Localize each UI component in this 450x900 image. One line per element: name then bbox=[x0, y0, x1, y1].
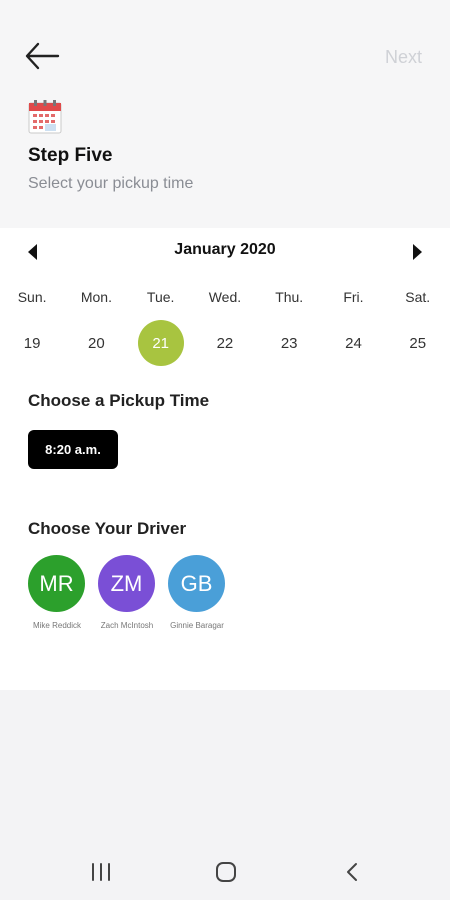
day-cell[interactable]: 25 bbox=[395, 320, 441, 366]
day-cell-selected[interactable]: 21 bbox=[137, 320, 184, 366]
weekday-row: Sun. Mon. Tue. Wed. Thu. Fri. Sat. bbox=[0, 289, 450, 305]
back-button[interactable] bbox=[22, 36, 70, 76]
driver-heading: Choose Your Driver bbox=[28, 519, 187, 538]
recent-apps-button[interactable] bbox=[86, 859, 116, 885]
driver-list: MR Mike Reddick ZM Zach McIntosh GB Ginn… bbox=[28, 555, 238, 631]
next-month-button[interactable] bbox=[404, 240, 428, 264]
weekday-label: Wed. bbox=[208, 289, 242, 305]
weekday-label: Thu. bbox=[275, 289, 304, 305]
scheduler-card: January 2020 Sun. Mon. Tue. Wed. Thu. Fr… bbox=[0, 228, 450, 690]
day-cell[interactable]: 22 bbox=[202, 320, 248, 366]
triangle-right-icon bbox=[413, 244, 422, 260]
home-button[interactable] bbox=[211, 859, 241, 885]
calendar-icon bbox=[28, 100, 62, 134]
day-row: 19 20 21 22 23 24 25 bbox=[0, 320, 450, 366]
driver-option[interactable]: ZM Zach McIntosh bbox=[98, 555, 156, 631]
month-title: January 2020 bbox=[174, 241, 276, 258]
header: Next Step Five Select your pickup time bbox=[0, 0, 450, 228]
avatar: GB bbox=[168, 555, 225, 612]
driver-name: Zach McIntosh bbox=[100, 621, 154, 630]
driver-name: Mike Reddick bbox=[32, 621, 81, 630]
pickup-time-heading: Choose a Pickup Time bbox=[28, 391, 210, 410]
system-nav-bar bbox=[0, 845, 450, 900]
day-cell[interactable]: 23 bbox=[266, 320, 312, 366]
system-back-button[interactable] bbox=[337, 859, 367, 885]
step-subtitle: Select your pickup time bbox=[28, 175, 194, 192]
weekday-label: Tue. bbox=[146, 289, 175, 305]
day-cell[interactable]: 19 bbox=[9, 320, 55, 366]
step-title: Step Five bbox=[28, 145, 113, 166]
home-icon bbox=[216, 862, 236, 882]
driver-option[interactable]: MR Mike Reddick bbox=[28, 555, 86, 631]
pickup-time-chip[interactable]: 8:20 a.m. bbox=[28, 430, 118, 469]
weekday-label: Mon. bbox=[80, 289, 112, 305]
weekday-label: Sat. bbox=[405, 289, 431, 305]
driver-name: Ginnie Baragar bbox=[170, 621, 224, 630]
avatar: ZM bbox=[98, 555, 155, 612]
avatar: MR bbox=[28, 555, 85, 612]
day-cell[interactable]: 20 bbox=[73, 320, 119, 366]
weekday-label: Fri. bbox=[343, 289, 364, 305]
driver-option[interactable]: GB Ginnie Baragar bbox=[168, 555, 226, 631]
day-cell[interactable]: 24 bbox=[330, 320, 376, 366]
recent-apps-icon bbox=[92, 863, 110, 881]
weekday-label: Sun. bbox=[17, 289, 47, 305]
next-button[interactable]: Next bbox=[385, 47, 422, 68]
chevron-left-icon bbox=[347, 863, 357, 881]
arrow-left-icon bbox=[25, 42, 60, 70]
